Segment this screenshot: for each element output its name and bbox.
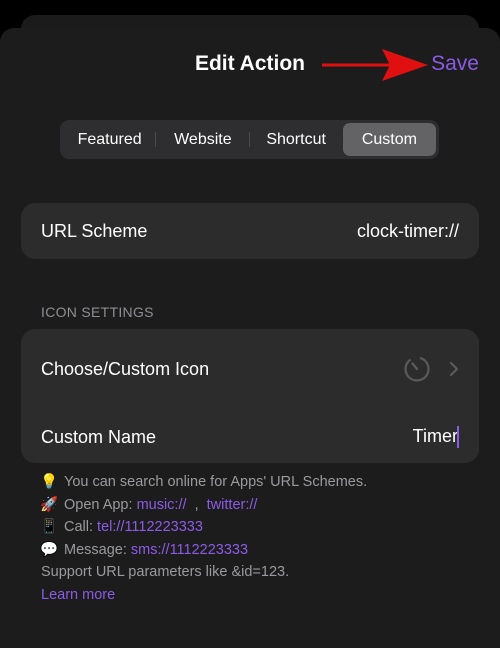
- call-label: Call:: [64, 519, 94, 535]
- text-cursor: [457, 426, 459, 449]
- custom-name-input[interactable]: Timer: [412, 425, 459, 449]
- tip-line: 💡 You can search online for Apps' URL Sch…: [40, 471, 368, 494]
- help-info: 💡 You can search online for Apps' URL Sch…: [40, 471, 368, 607]
- tip-text: You can search online for Apps' URL Sche…: [64, 474, 368, 490]
- sms-link[interactable]: sms://1112223333: [131, 542, 248, 558]
- save-button[interactable]: Save: [431, 52, 479, 76]
- custom-name-row: Custom Name Timer: [21, 411, 479, 463]
- learn-more-link[interactable]: Learn more: [41, 584, 367, 607]
- url-scheme-label: URL Scheme: [41, 220, 148, 241]
- icon-settings-card: Choose/Custom Icon Custom Name Timer: [21, 329, 479, 463]
- twitter-link[interactable]: twitter://: [207, 497, 258, 513]
- choose-icon-label: Choose/Custom Icon: [41, 358, 210, 379]
- message-line: 💬 Message: sms://1112223333: [40, 539, 367, 562]
- speech-bubble-icon: 💬: [40, 541, 59, 558]
- lightbulb-icon: 💡: [40, 474, 59, 490]
- choose-icon-row[interactable]: Choose/Custom Icon: [21, 343, 479, 395]
- annotation-arrow-icon: [322, 49, 428, 81]
- custom-name-value: Timer: [412, 425, 458, 446]
- action-type-segmented-control: Featured Website Shortcut Custom: [60, 120, 439, 159]
- tab-featured[interactable]: Featured: [63, 123, 157, 156]
- music-link[interactable]: music://: [137, 497, 187, 513]
- url-scheme-input[interactable]: clock-timer://: [357, 221, 459, 242]
- tel-link[interactable]: tel://1112223333: [97, 519, 203, 535]
- custom-name-label: Custom Name: [41, 426, 157, 447]
- tab-custom[interactable]: Custom: [342, 123, 436, 156]
- chevron-right-icon: [449, 361, 459, 377]
- url-scheme-card: URL Scheme clock-timer://: [21, 203, 479, 259]
- separator: ,: [194, 496, 199, 513]
- call-line: 📱 Call: tel://1112223333: [40, 516, 367, 539]
- phone-icon: 📱: [40, 519, 59, 535]
- icon-settings-header: ICON SETTINGS: [41, 304, 154, 320]
- open-app-line: 🚀 Open App: music:// , twitter://: [40, 494, 367, 517]
- url-scheme-row[interactable]: URL Scheme clock-timer://: [21, 203, 479, 259]
- timer-icon: [404, 356, 430, 382]
- open-app-label: Open App:: [64, 496, 133, 513]
- tab-website[interactable]: Website: [156, 123, 250, 156]
- tab-shortcut[interactable]: Shortcut: [250, 123, 343, 156]
- message-label: Message:: [64, 541, 127, 558]
- rocket-icon: 🚀: [40, 496, 59, 513]
- params-line: Support URL parameters like &id=123.: [41, 564, 290, 580]
